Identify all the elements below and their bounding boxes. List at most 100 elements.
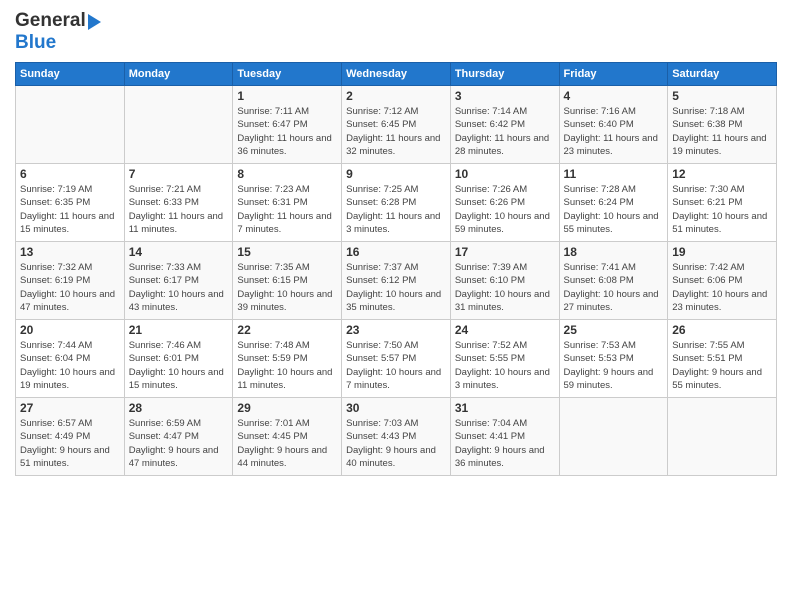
- week-row-3: 13 Sunrise: 7:32 AMSunset: 6:19 PMDayligh…: [16, 242, 777, 320]
- logo-arrow-icon: [88, 14, 101, 30]
- day-detail: Sunrise: 7:14 AMSunset: 6:42 PMDaylight:…: [455, 106, 549, 157]
- day-cell: 27Sunrise: 6:57 AMSunset: 4:49 PMDayligh…: [16, 398, 125, 476]
- day-cell: 28 Sunrise: 6:59 AMSunset: 4:47 PMDayligh…: [124, 398, 233, 476]
- day-detail: Sunrise: 7:48 AMSunset: 5:59 PMDaylight:…: [237, 340, 332, 391]
- day-cell: 20 Sunrise: 7:44 AMSunset: 6:04 PMDayligh…: [16, 320, 125, 398]
- column-header-monday: Monday: [124, 63, 233, 86]
- day-detail: Sunrise: 7:44 AMSunset: 6:04 PMDaylight:…: [20, 340, 115, 391]
- day-cell: 11 Sunrise: 7:28 AMSunset: 6:24 PMDayligh…: [559, 164, 668, 242]
- day-detail: Sunrise: 7:04 AMSunset: 4:41 PMDaylight:…: [455, 418, 545, 469]
- day-detail: Sunrise: 7:46 AMSunset: 6:01 PMDaylight:…: [129, 340, 224, 391]
- column-header-saturday: Saturday: [668, 63, 777, 86]
- day-number: 26: [672, 323, 772, 337]
- day-number: 8: [237, 167, 337, 181]
- day-number: 7: [129, 167, 229, 181]
- day-cell: 31 Sunrise: 7:04 AMSunset: 4:41 PMDayligh…: [450, 398, 559, 476]
- day-cell: 15 Sunrise: 7:35 AMSunset: 6:15 PMDayligh…: [233, 242, 342, 320]
- day-cell: 19 Sunrise: 7:42 AMSunset: 6:06 PMDayligh…: [668, 242, 777, 320]
- day-detail: Sunrise: 7:37 AMSunset: 6:12 PMDaylight:…: [346, 262, 441, 313]
- day-number: 21: [129, 323, 229, 337]
- day-detail: Sunrise: 7:33 AMSunset: 6:17 PMDaylight:…: [129, 262, 224, 313]
- day-cell: 18Sunrise: 7:41 AMSunset: 6:08 PMDayligh…: [559, 242, 668, 320]
- day-cell: 25Sunrise: 7:53 AMSunset: 5:53 PMDayligh…: [559, 320, 668, 398]
- day-number: 19: [672, 245, 772, 259]
- day-cell: 29Sunrise: 7:01 AMSunset: 4:45 PMDayligh…: [233, 398, 342, 476]
- day-number: 23: [346, 323, 446, 337]
- day-number: 4: [564, 89, 664, 103]
- day-cell: 4 Sunrise: 7:16 AMSunset: 6:40 PMDaylight…: [559, 86, 668, 164]
- day-detail: Sunrise: 6:57 AMSunset: 4:49 PMDaylight:…: [20, 418, 110, 469]
- day-detail: Sunrise: 7:03 AMSunset: 4:43 PMDaylight:…: [346, 418, 436, 469]
- day-cell: 7 Sunrise: 7:21 AMSunset: 6:33 PMDaylight…: [124, 164, 233, 242]
- day-number: 15: [237, 245, 337, 259]
- day-cell: 17 Sunrise: 7:39 AMSunset: 6:10 PMDayligh…: [450, 242, 559, 320]
- day-number: 5: [672, 89, 772, 103]
- column-header-tuesday: Tuesday: [233, 63, 342, 86]
- calendar-header: SundayMondayTuesdayWednesdayThursdayFrid…: [16, 63, 777, 86]
- day-cell: 24 Sunrise: 7:52 AMSunset: 5:55 PMDayligh…: [450, 320, 559, 398]
- day-detail: Sunrise: 7:18 AMSunset: 6:38 PMDaylight:…: [672, 106, 766, 157]
- day-detail: Sunrise: 7:16 AMSunset: 6:40 PMDaylight:…: [564, 106, 658, 157]
- page-header: General Blue: [15, 10, 777, 54]
- day-detail: Sunrise: 7:11 AMSunset: 6:47 PMDaylight:…: [237, 106, 331, 157]
- day-detail: Sunrise: 7:42 AMSunset: 6:06 PMDaylight:…: [672, 262, 767, 313]
- day-cell: 9Sunrise: 7:25 AMSunset: 6:28 PMDaylight…: [342, 164, 451, 242]
- day-cell: [16, 86, 125, 164]
- day-detail: Sunrise: 7:55 AMSunset: 5:51 PMDaylight:…: [672, 340, 762, 391]
- day-cell: 3 Sunrise: 7:14 AMSunset: 6:42 PMDaylight…: [450, 86, 559, 164]
- day-number: 12: [672, 167, 772, 181]
- calendar-body: 1 Sunrise: 7:11 AMSunset: 6:47 PMDaylight…: [16, 86, 777, 476]
- calendar-table: SundayMondayTuesdayWednesdayThursdayFrid…: [15, 62, 777, 476]
- day-number: 25: [564, 323, 664, 337]
- day-number: 16: [346, 245, 446, 259]
- day-number: 20: [20, 323, 120, 337]
- logo-general: General: [15, 10, 86, 32]
- day-cell: 22Sunrise: 7:48 AMSunset: 5:59 PMDayligh…: [233, 320, 342, 398]
- day-detail: Sunrise: 7:35 AMSunset: 6:15 PMDaylight:…: [237, 262, 332, 313]
- day-number: 10: [455, 167, 555, 181]
- day-detail: Sunrise: 7:01 AMSunset: 4:45 PMDaylight:…: [237, 418, 327, 469]
- day-cell: 26 Sunrise: 7:55 AMSunset: 5:51 PMDayligh…: [668, 320, 777, 398]
- day-cell: 14Sunrise: 7:33 AMSunset: 6:17 PMDayligh…: [124, 242, 233, 320]
- day-cell: 21 Sunrise: 7:46 AMSunset: 6:01 PMDayligh…: [124, 320, 233, 398]
- day-detail: Sunrise: 7:39 AMSunset: 6:10 PMDaylight:…: [455, 262, 550, 313]
- column-header-sunday: Sunday: [16, 63, 125, 86]
- day-detail: Sunrise: 7:28 AMSunset: 6:24 PMDaylight:…: [564, 184, 659, 235]
- day-cell: 13 Sunrise: 7:32 AMSunset: 6:19 PMDayligh…: [16, 242, 125, 320]
- day-cell: 1 Sunrise: 7:11 AMSunset: 6:47 PMDaylight…: [233, 86, 342, 164]
- logo-blue: Blue: [15, 32, 56, 53]
- day-cell: [668, 398, 777, 476]
- day-detail: Sunrise: 7:32 AMSunset: 6:19 PMDaylight:…: [20, 262, 115, 313]
- day-detail: Sunrise: 7:30 AMSunset: 6:21 PMDaylight:…: [672, 184, 767, 235]
- day-cell: [559, 398, 668, 476]
- day-number: 9: [346, 167, 446, 181]
- day-cell: 2 Sunrise: 7:12 AMSunset: 6:45 PMDaylight…: [342, 86, 451, 164]
- day-detail: Sunrise: 7:52 AMSunset: 5:55 PMDaylight:…: [455, 340, 550, 391]
- header-row: SundayMondayTuesdayWednesdayThursdayFrid…: [16, 63, 777, 86]
- day-number: 2: [346, 89, 446, 103]
- day-number: 17: [455, 245, 555, 259]
- week-row-1: 1 Sunrise: 7:11 AMSunset: 6:47 PMDaylight…: [16, 86, 777, 164]
- day-number: 28: [129, 401, 229, 415]
- column-header-friday: Friday: [559, 63, 668, 86]
- day-cell: 8Sunrise: 7:23 AMSunset: 6:31 PMDaylight…: [233, 164, 342, 242]
- day-number: 1: [237, 89, 337, 103]
- day-number: 11: [564, 167, 664, 181]
- column-header-thursday: Thursday: [450, 63, 559, 86]
- day-number: 6: [20, 167, 120, 181]
- day-number: 13: [20, 245, 120, 259]
- day-detail: Sunrise: 6:59 AMSunset: 4:47 PMDaylight:…: [129, 418, 219, 469]
- day-detail: Sunrise: 7:26 AMSunset: 6:26 PMDaylight:…: [455, 184, 550, 235]
- day-detail: Sunrise: 7:50 AMSunset: 5:57 PMDaylight:…: [346, 340, 441, 391]
- week-row-2: 6Sunrise: 7:19 AMSunset: 6:35 PMDaylight…: [16, 164, 777, 242]
- day-cell: 6Sunrise: 7:19 AMSunset: 6:35 PMDaylight…: [16, 164, 125, 242]
- day-number: 3: [455, 89, 555, 103]
- day-detail: Sunrise: 7:21 AMSunset: 6:33 PMDaylight:…: [129, 184, 223, 235]
- day-number: 31: [455, 401, 555, 415]
- week-row-4: 20 Sunrise: 7:44 AMSunset: 6:04 PMDayligh…: [16, 320, 777, 398]
- day-cell: [124, 86, 233, 164]
- day-detail: Sunrise: 7:12 AMSunset: 6:45 PMDaylight:…: [346, 106, 440, 157]
- day-number: 24: [455, 323, 555, 337]
- logo: General Blue: [15, 10, 101, 54]
- day-cell: 30Sunrise: 7:03 AMSunset: 4:43 PMDayligh…: [342, 398, 451, 476]
